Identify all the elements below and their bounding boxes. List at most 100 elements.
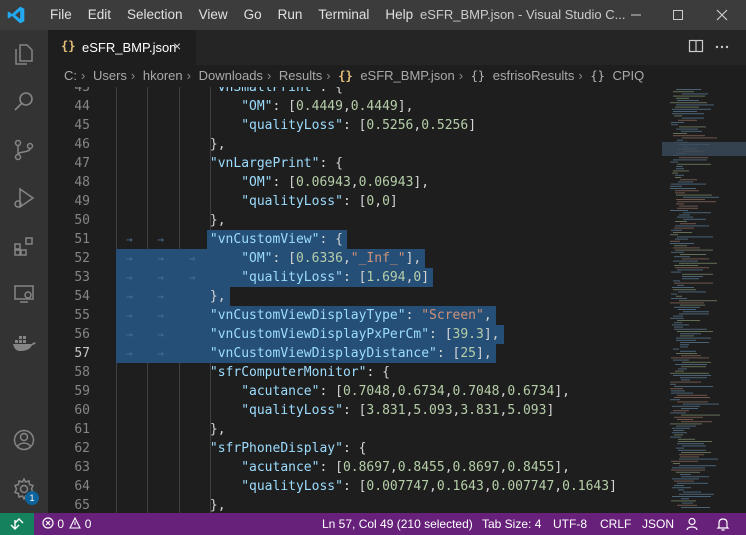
tab-whitespace-icon: → <box>126 290 133 303</box>
run-debug-button[interactable] <box>0 174 48 222</box>
code-line[interactable]: 49 "qualityLoss": [0,0] <box>48 192 658 211</box>
code-line[interactable]: 46}, <box>48 135 658 154</box>
code-line[interactable]: 59 "acutance": [0.7048,0.6734,0.7048,0.67… <box>48 382 658 401</box>
code-line[interactable]: 48 "OM": [0.06943,0.06943], <box>48 173 658 192</box>
tab-whitespace-icon: → <box>188 271 196 284</box>
code-line[interactable]: → → 51 "vnCustomView": { <box>48 230 658 249</box>
minimap-line <box>670 383 676 385</box>
code-line[interactable]: 58 "sfrComputerMonitor": { <box>48 363 658 382</box>
code-line[interactable]: 44 "OM": [0.4449,0.4449], <box>48 97 658 116</box>
minimap-line <box>680 350 696 352</box>
breadcrumb-downloads[interactable]: Downloads <box>199 68 263 83</box>
minimap-line <box>670 161 678 163</box>
minimap-line <box>673 91 694 93</box>
code-line[interactable]: 43 "vnSmallPrint": { <box>48 87 658 97</box>
menu-selection[interactable]: Selection <box>119 0 191 30</box>
search-button[interactable] <box>0 78 48 126</box>
breadcrumb-file[interactable]: eSFR_BMP.json <box>360 68 454 83</box>
menu-help[interactable]: Help <box>377 0 421 30</box>
more-actions-button[interactable] <box>714 38 730 58</box>
code-token: : [ <box>342 118 367 133</box>
end-of-line[interactable]: CRLF <box>600 513 631 535</box>
minimap-line <box>681 379 690 381</box>
code-line[interactable]: 47 "vnLargePrint": { <box>48 154 658 173</box>
code-line[interactable]: → → 55 "vnCustomViewDisplayType": "Screen", <box>48 306 658 325</box>
breadcrumb-cpiq[interactable]: CPIQ <box>612 68 644 83</box>
minimap-viewport[interactable] <box>662 142 746 156</box>
tab-size[interactable]: Tab Size: 4 <box>482 513 541 535</box>
menu-run[interactable]: Run <box>270 0 311 30</box>
minimap-line <box>678 181 693 183</box>
source-control-button[interactable] <box>0 126 48 174</box>
breadcrumb-drive[interactable]: C: <box>64 68 77 83</box>
encoding[interactable]: UTF-8 <box>553 513 587 535</box>
minimap[interactable] <box>658 87 746 513</box>
breadcrumb-esfrisoresults[interactable]: esfrisoResults <box>493 68 575 83</box>
close-window-button[interactable] <box>700 0 744 30</box>
accounts-button[interactable] <box>0 416 48 464</box>
extensions-button[interactable] <box>0 222 48 270</box>
code-line[interactable]: 62 "sfrPhoneDisplay": { <box>48 439 658 458</box>
code-line[interactable]: 60 "qualityLoss": [3.831,5.093,3.831,5.09… <box>48 401 658 420</box>
minimap-line <box>672 113 704 115</box>
code-text: "qualityLoss": [0,0] <box>241 192 398 211</box>
minimize-button[interactable] <box>614 0 658 30</box>
breadcrumb-users[interactable]: Users <box>93 68 127 83</box>
tab-esfr-bmp-json[interactable]: {} eSFR_BMP.json × <box>48 30 196 65</box>
code-token: : [ <box>319 384 343 399</box>
minimap-line <box>674 397 710 398</box>
code-line[interactable]: → → → 52 "OM": [0.6336,"_Inf_"], <box>48 249 658 268</box>
language-mode[interactable]: JSON <box>642 513 674 535</box>
error-count: 0 <box>57 517 65 531</box>
remote-explorer-button[interactable] <box>0 270 48 318</box>
tab-close-button[interactable]: × <box>173 38 181 54</box>
code-token: 0.1643 <box>436 479 484 494</box>
code-token: ], <box>397 99 414 114</box>
code-line[interactable]: → → 57 "vnCustomViewDisplayDistance": [25], <box>48 344 658 363</box>
breadcrumb-hkoren[interactable]: hkoren <box>143 68 183 83</box>
menu-terminal[interactable]: Terminal <box>310 0 377 30</box>
explorer-button[interactable] <box>0 30 48 78</box>
code-line[interactable]: 50}, <box>48 211 658 230</box>
code-line[interactable]: 65}, <box>48 496 658 513</box>
remote-indicator[interactable] <box>0 513 34 535</box>
notifications-button[interactable] <box>716 517 730 531</box>
problems-indicator[interactable]: 0 0 <box>42 513 91 535</box>
minimap-line <box>680 346 688 348</box>
minimap-line <box>676 199 705 200</box>
feedback-button[interactable] <box>686 517 700 531</box>
manage-button[interactable]: 1 <box>0 465 48 513</box>
minimap-line <box>677 482 708 484</box>
minimap-line <box>671 122 684 123</box>
cursor-position[interactable]: Ln 57, Col 49 (210 selected) <box>322 513 473 535</box>
docker-button[interactable] <box>0 318 48 366</box>
minimap-line <box>670 317 684 319</box>
code-token: 39.3 <box>452 327 484 342</box>
code-line[interactable]: → → 54}, <box>48 287 658 306</box>
minimap-line <box>679 214 690 216</box>
menu-edit[interactable]: Edit <box>80 0 119 30</box>
code-line[interactable]: → → 56 "vnCustomViewDisplayPxPerCm": [39.3]… <box>48 325 658 344</box>
split-editor-button[interactable] <box>688 38 704 58</box>
maximize-button[interactable] <box>656 0 700 30</box>
code-line[interactable]: 61}, <box>48 420 658 439</box>
code-text: "qualityLoss": [0.5256,0.5256] <box>241 116 476 135</box>
menu-view[interactable]: View <box>191 0 236 30</box>
line-number: 53 <box>74 270 90 285</box>
breadcrumb-results[interactable]: Results <box>279 68 322 83</box>
code-line[interactable]: 63 "acutance": [0.8697,0.8455,0.8697,0.84… <box>48 458 658 477</box>
menu-go[interactable]: Go <box>236 0 270 30</box>
code-line[interactable]: → → → 53 "qualityLoss": [1.694,0] <box>48 268 658 287</box>
tab-whitespace-icon: → <box>126 233 133 246</box>
minimap-line <box>670 372 709 374</box>
minimap-line <box>681 130 702 132</box>
menu-file[interactable]: File <box>42 0 80 30</box>
minimap-line <box>680 179 697 181</box>
code-line[interactable]: 45 "qualityLoss": [0.5256,0.5256] <box>48 116 658 135</box>
minimap-line <box>675 190 699 192</box>
line-number: 62 <box>74 441 90 456</box>
code-editor[interactable]: 43 "vnSmallPrint": {44 "OM": [0.4449,0.444… <box>48 87 658 513</box>
code-line[interactable]: 64 "qualityLoss": [0.007747,0.1643,0.0077… <box>48 477 658 496</box>
tab-whitespace-icon: → <box>126 328 133 341</box>
error-icon <box>42 517 54 529</box>
